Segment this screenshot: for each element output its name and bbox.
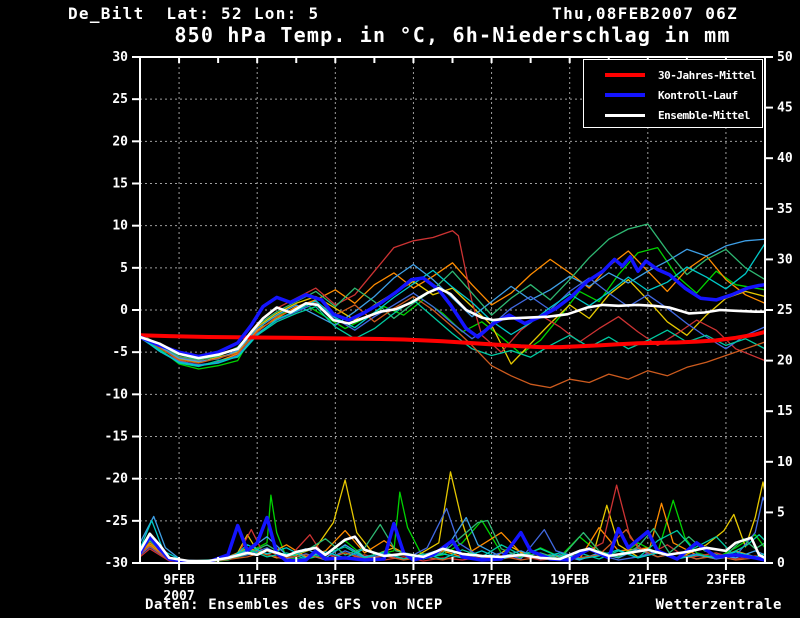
series-member-cyan [139,242,766,367]
legend-label: 30-Jahres-Mittel [658,68,756,82]
axis-tick-label: 50 [777,50,793,65]
legend-item: Kontroll-Lauf [584,85,762,105]
axis-tick-label: 15 [777,404,793,419]
axis-tick-label: -30 [105,556,129,571]
axis-tick-label: 25 [777,303,793,318]
axis-tick-label: -15 [105,430,128,445]
legend-label: Ensemble-Mittel [658,108,750,122]
axis-tick-label: 5 [777,505,785,520]
brand-footer: Wetterzentrale [655,597,782,613]
chart-legend: 30-Jahres-Mittel Kontroll-Lauf Ensemble-Mi… [583,59,763,128]
axis-tick-label: 13FEB [316,573,355,588]
station-header: De_Bilt Lat: 52 Lon: 5 [68,4,320,23]
axis-tick-label: 17FEB [472,573,511,588]
axis-tick-label: 0 [777,556,785,571]
axis-tick-label: -25 [105,514,128,529]
legend-item: 30-Jahres-Mittel [584,65,762,85]
axis-tick-label: 25 [112,92,128,107]
axis-tick-label: 45 [777,101,793,116]
axis-tick-label: 21FEB [628,573,667,588]
axis-tick-label: 9FEB [163,573,194,588]
axis-tick-label: 30 [777,252,793,267]
axis-tick-label: 10 [112,219,128,234]
legend-label: Kontroll-Lauf [658,88,738,102]
axis-tick-label: 23FEB [706,573,745,588]
axis-ticks-and-labels: 302520151050-5-10-15-20-25-3050454035302… [105,50,793,604]
axis-tick-label: 20 [777,354,793,369]
axis-tick-label: 15 [112,177,128,192]
series-member-seagreen [139,223,766,361]
data-source-footer: Daten: Ensembles des GFS von NCEP [145,597,443,613]
axis-tick-label: 30 [112,50,128,65]
legend-swatch-2 [605,93,645,97]
legend-item: Ensemble-Mittel [584,105,762,125]
axis-tick-label: 15FEB [394,573,433,588]
chart-title: 850 hPa Temp. in °C, 6h-Niederschlag in … [174,23,731,47]
series-lines [139,223,766,564]
axis-tick-label: 40 [777,151,793,166]
legend-swatch-3 [605,113,645,117]
axis-tick-label: 20 [112,134,128,149]
axis-tick-label: 5 [120,261,128,276]
axis-tick-label: 35 [777,202,793,217]
axis-tick-label: -5 [112,345,128,360]
axis-tick-label: -20 [105,472,129,487]
axis-tick-label: 10 [777,455,793,470]
axis-tick-label: 11FEB [238,573,277,588]
legend-swatch-1 [605,73,645,77]
meteogram-screen: 30 25 20 15 10 5 0 -5 -10 -15 -20 -25 -30 50 45 40 35 30 2… [0,0,800,618]
axis-tick-label: -10 [105,387,129,402]
axis-tick-label: 0 [120,303,128,318]
axis-tick-label: 19FEB [550,573,589,588]
run-datetime-header: Thu,08FEB2007 06Z [552,4,738,23]
